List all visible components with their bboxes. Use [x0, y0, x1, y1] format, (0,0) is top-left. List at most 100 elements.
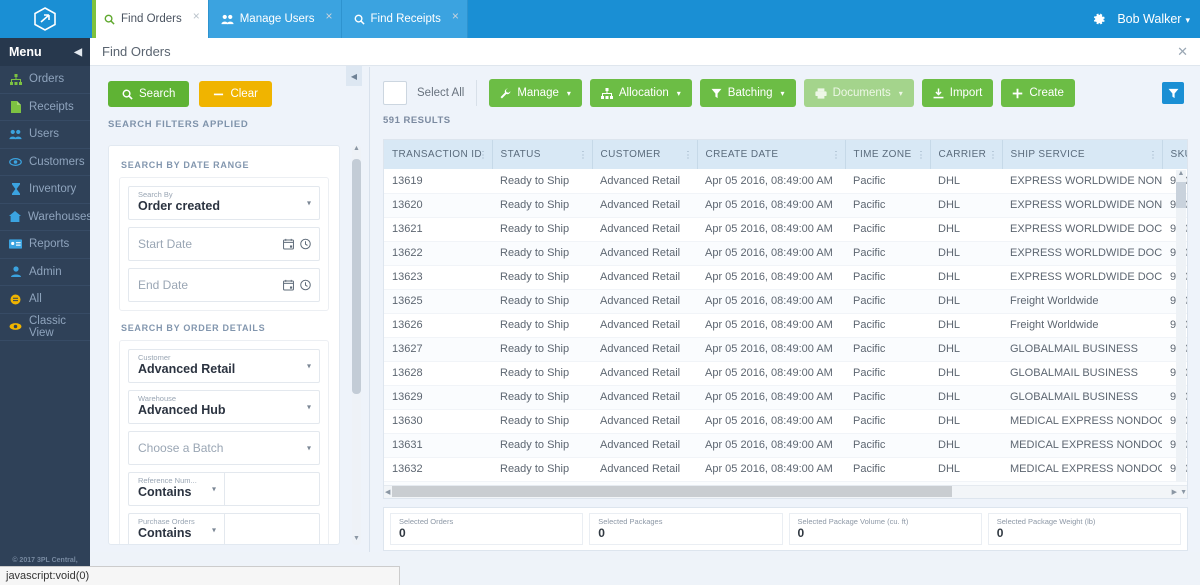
column-header-carrier[interactable]: CARRIER ⋮ [930, 140, 1003, 169]
start-date-input[interactable]: Start Date [128, 227, 320, 261]
app-logo[interactable] [0, 0, 90, 38]
column-menu-icon[interactable]: ⋮ [579, 149, 588, 160]
sidebar-item-receipts[interactable]: Receipts [0, 94, 90, 121]
search-by-select[interactable]: Search By Order created ▾ [128, 186, 320, 220]
column-menu-icon[interactable]: ⋮ [832, 149, 841, 160]
column-header-create-date[interactable]: CREATE DATE ⋮ [697, 140, 846, 169]
end-date-input[interactable]: End Date [128, 268, 320, 302]
clear-button[interactable]: Clear [199, 81, 272, 107]
column-header-time-zone[interactable]: TIME ZONE ⋮ [845, 140, 931, 169]
column-header-customer[interactable]: CUSTOMER ⋮ [592, 140, 698, 169]
sidebar-item-customers[interactable]: Customers [0, 149, 90, 176]
sidebar-menu-header[interactable]: Menu ◀ [0, 38, 90, 66]
sidebar-item-reports[interactable]: Reports [0, 231, 90, 259]
table-row[interactable]: 13626 Ready to Ship Advanced Retail Apr 05 … [384, 313, 1187, 338]
tab-find-receipts[interactable]: Find Receipts × [341, 0, 468, 38]
calendar-icon[interactable] [283, 238, 294, 250]
close-icon[interactable]: ✕ [1177, 44, 1188, 60]
table-row[interactable]: 13627 Ready to Ship Advanced Retail Apr 05 … [384, 337, 1187, 362]
search-button[interactable]: Search [108, 81, 190, 107]
scroll-left-icon[interactable]: ◀ [385, 488, 390, 496]
tab-label: Manage Users [239, 13, 315, 25]
sidebar-item-admin[interactable]: Admin [0, 259, 90, 286]
column-header-transaction-id[interactable]: TRANSACTION ID ⋮ [384, 140, 493, 169]
table-row[interactable]: 13620 Ready to Ship Advanced Retail Apr 05 … [384, 193, 1187, 218]
table-row[interactable]: 13629 Ready to Ship Advanced Retail Apr 05 … [384, 385, 1187, 410]
table-row[interactable]: 13623 Ready to Ship Advanced Retail Apr 05 … [384, 265, 1187, 290]
table-cell-ship-service: EXPRESS WORLDWIDE NONDOC [1002, 193, 1162, 218]
table-row[interactable]: 13631 Ready to Ship Advanced Retail Apr 05 … [384, 433, 1187, 458]
table-row[interactable]: 13621 Ready to Ship Advanced Retail Apr 05 … [384, 217, 1187, 242]
table-horizontal-scrollbar-thumb[interactable] [392, 486, 952, 497]
column-menu-icon[interactable]: ⋮ [1149, 149, 1158, 160]
reference-num-input[interactable] [224, 472, 320, 506]
import-button[interactable]: Import [921, 79, 994, 107]
column-header-sku[interactable]: SKU [1162, 140, 1187, 169]
summary-selected-package-volume: Selected Package Volume (cu. ft) 0 [788, 513, 982, 545]
purchase-orders-operator-select[interactable]: Purchase Orders Contains ▾ [128, 513, 224, 544]
allocation-button[interactable]: Allocation ▾ [589, 79, 692, 107]
table-cell-create-date: Apr 05 2016, 08:49:00 AM [697, 241, 845, 266]
user-name-button[interactable]: Bob Walker ▾ [1117, 12, 1190, 26]
customer-select[interactable]: Customer Advanced Retail ▾ [128, 349, 320, 383]
chevron-down-icon: ▾ [1185, 15, 1190, 25]
table-vertical-scrollbar-track[interactable] [1176, 170, 1186, 482]
table-cell-ship-service: Freight Worldwide [1002, 289, 1162, 314]
clock-icon[interactable] [300, 279, 311, 291]
table-cell-create-date: Apr 05 2016, 08:49:00 AM [697, 313, 845, 338]
chevron-down-icon: ▾ [306, 443, 311, 453]
tab-close-icon[interactable]: × [326, 10, 333, 22]
table-row[interactable]: 13619 Ready to Ship Advanced Retail Apr 05 … [384, 169, 1187, 194]
manage-button[interactable]: Manage ▾ [489, 79, 582, 107]
table-row[interactable]: 13625 Ready to Ship Advanced Retail Apr 05 … [384, 289, 1187, 314]
table-horizontal-scrollbar-track[interactable]: ◀ ▶ ▼ [384, 485, 1187, 498]
batching-button[interactable]: Batching ▾ [699, 79, 796, 107]
select-all-label: Select All [417, 87, 465, 99]
panel-collapse-toggle[interactable]: ◀ [346, 66, 362, 86]
column-menu-icon[interactable]: ⋮ [917, 149, 926, 160]
table-row[interactable]: 13632 Ready to Ship Advanced Retail Apr 05 … [384, 457, 1187, 482]
table-row[interactable]: 13622 Ready to Ship Advanced Retail Apr 05 … [384, 241, 1187, 266]
column-header-ship-service[interactable]: SHIP SERVICE ⋮ [1002, 140, 1163, 169]
column-menu-icon[interactable]: ⋮ [989, 149, 998, 160]
table-row[interactable]: 13630 Ready to Ship Advanced Retail Apr 05 … [384, 409, 1187, 434]
tab-manage-users[interactable]: Manage Users × [208, 0, 342, 38]
tab-close-icon[interactable]: × [452, 10, 459, 22]
sidebar-item-all[interactable]: All [0, 286, 90, 314]
warehouse-select[interactable]: Warehouse Advanced Hub ▾ [128, 390, 320, 424]
table-cell-carrier: DHL [930, 289, 1002, 314]
filter-panel-scrollbar-thumb[interactable] [352, 159, 361, 394]
table-cell-transaction-id: 13630 [384, 409, 492, 434]
sidebar-item-inventory[interactable]: Inventory [0, 176, 90, 204]
table-row[interactable]: 13628 Ready to Ship Advanced Retail Apr 05 … [384, 361, 1187, 386]
create-button[interactable]: Create [1001, 79, 1075, 107]
scroll-right-icon[interactable]: ▶ [1172, 488, 1177, 496]
documents-button[interactable]: Documents ▾ [803, 79, 914, 107]
column-menu-icon[interactable]: ⋮ [684, 149, 693, 160]
column-label: CREATE DATE [705, 149, 779, 160]
sidebar-item-users[interactable]: Users [0, 121, 90, 149]
gear-icon[interactable] [1090, 11, 1107, 28]
sidebar-item-classic-view[interactable]: Classic View [0, 314, 90, 341]
column-header-status[interactable]: STATUS ⋮ [492, 140, 593, 169]
column-menu-icon[interactable]: ⋮ [479, 149, 488, 160]
scroll-down-icon[interactable]: ▼ [352, 535, 361, 542]
column-filter-toggle[interactable] [1162, 82, 1184, 104]
clock-icon[interactable] [300, 238, 311, 250]
table-vertical-scrollbar-thumb[interactable] [1176, 182, 1186, 208]
sidebar-collapse-icon[interactable]: ◀ [74, 47, 82, 58]
reference-num-filter: Reference Num... Contains ▾ [128, 472, 320, 506]
tab-find-orders[interactable]: Find Orders × [92, 0, 209, 38]
date-range-group: Search By Order created ▾ Start Date End… [119, 177, 329, 311]
scroll-up-icon[interactable]: ▲ [352, 145, 361, 152]
calendar-icon[interactable] [283, 279, 294, 291]
select-all-checkbox[interactable] [383, 81, 407, 105]
reference-num-operator-select[interactable]: Reference Num... Contains ▾ [128, 472, 224, 506]
scroll-down-icon[interactable]: ▼ [1180, 489, 1187, 496]
sidebar-item-warehouses[interactable]: Warehouses [0, 204, 92, 231]
batch-select[interactable]: Choose a Batch ▾ [128, 431, 320, 465]
tab-close-icon[interactable]: × [193, 10, 200, 22]
scroll-up-icon[interactable]: ▲ [1176, 170, 1186, 177]
purchase-orders-input[interactable] [224, 513, 320, 544]
sidebar-item-orders[interactable]: Orders [0, 66, 90, 94]
